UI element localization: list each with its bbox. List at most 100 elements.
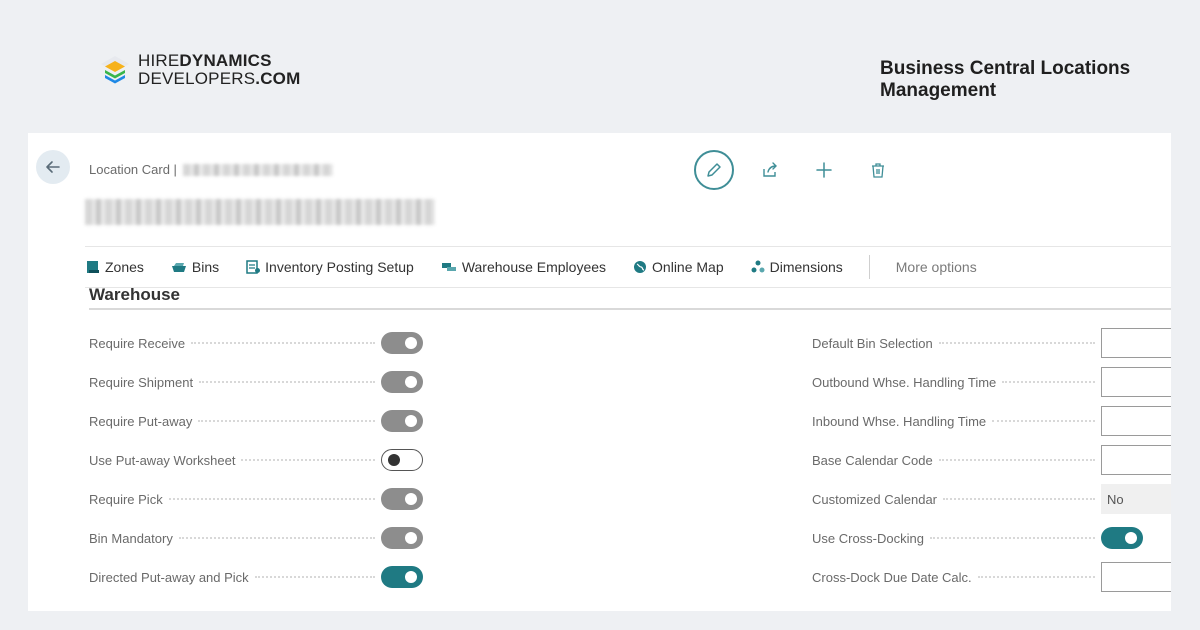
field-label: Inbound Whse. Handling Time (812, 413, 987, 429)
action-online-map[interactable]: Online Map (632, 259, 724, 275)
share-icon (763, 162, 777, 177)
arrow-left-icon (46, 161, 60, 173)
breadcrumb: Location Card | (89, 162, 333, 177)
dotted-leader (977, 576, 1095, 578)
posting-setup-icon (246, 260, 261, 274)
dotted-leader (943, 498, 1095, 500)
action-dimensions-label: Dimensions (769, 259, 843, 275)
dimensions-icon (751, 260, 765, 273)
use-put-away-worksheet-toggle[interactable] (381, 449, 423, 471)
field-cross-dock-due-date-calc: Cross-Dock Due Date Calc. (812, 562, 1171, 592)
field-label: Customized Calendar (812, 491, 938, 507)
directed-put-away-and-pick-toggle[interactable] (381, 566, 423, 588)
outbound-whse-handling-time-input[interactable] (1101, 367, 1171, 397)
location-card-screenshot: Location Card | Zones Bins Inventory Pos… (28, 133, 1171, 611)
brand-dynamics: DYNAMICS (179, 51, 272, 70)
section-divider (89, 308, 1171, 310)
zones-icon (87, 261, 99, 273)
toolbar-divider (868, 255, 870, 279)
trash-icon (872, 163, 884, 178)
field-label: Use Put-away Worksheet (89, 452, 236, 468)
field-outbound-whse-handling-time: Outbound Whse. Handling Time (812, 367, 1171, 397)
pencil-icon (707, 163, 721, 177)
dotted-leader (992, 420, 1095, 422)
headline: Business Central Locations Management (880, 58, 1131, 101)
action-bar: Zones Bins Inventory Posting Setup Wareh… (85, 246, 1171, 288)
field-label: Use Cross-Docking (812, 530, 924, 546)
field-label: Require Receive (89, 335, 186, 351)
dotted-leader (178, 537, 375, 539)
field-label: Directed Put-away and Pick (89, 569, 249, 585)
field-require-put-away: Require Put-away (89, 409, 423, 433)
field-require-pick: Require Pick (89, 487, 423, 511)
redacted-location-code (182, 163, 333, 176)
employees-icon (441, 263, 456, 271)
brand-wordmark: HIREDYNAMICS DEVELOPERS.COM (138, 52, 300, 88)
share-button[interactable] (754, 154, 786, 186)
edit-button[interactable] (694, 150, 734, 190)
section-title-warehouse: Warehouse (89, 285, 181, 304)
inbound-whse-handling-time-input[interactable] (1101, 406, 1171, 436)
action-warehouse-employees-label: Warehouse Employees (461, 259, 607, 275)
more-options-button[interactable]: More options (896, 259, 977, 275)
field-label: Default Bin Selection (812, 335, 933, 351)
dotted-leader (199, 381, 375, 383)
bins-icon (171, 263, 186, 272)
action-inventory-posting-setup[interactable]: Inventory Posting Setup (245, 259, 414, 275)
field-label: Require Shipment (89, 374, 194, 390)
require-shipment-toggle[interactable] (381, 371, 423, 393)
dotted-leader (1002, 381, 1095, 383)
field-customized-calendar: Customized Calendar No (812, 484, 1171, 514)
cross-dock-due-date-calc-input[interactable] (1101, 562, 1171, 592)
field-directed-put-away-and-pick: Directed Put-away and Pick (89, 565, 423, 589)
field-require-shipment: Require Shipment (89, 370, 423, 394)
card-actions (694, 150, 916, 190)
dotted-leader (254, 576, 375, 578)
require-pick-toggle[interactable] (381, 488, 423, 510)
dotted-leader (241, 459, 375, 461)
cross-docking-toggle-wrap (1101, 527, 1171, 549)
globe-icon (634, 261, 647, 273)
action-online-map-label: Online Map (652, 259, 724, 275)
action-zones[interactable]: Zones (85, 259, 144, 275)
field-label: Bin Mandatory (89, 530, 173, 546)
field-use-put-away-worksheet: Use Put-away Worksheet (89, 448, 423, 472)
dotted-leader (929, 537, 1095, 539)
action-bins[interactable]: Bins (170, 259, 219, 275)
base-calendar-code-input[interactable] (1101, 445, 1171, 475)
breadcrumb-label: Location Card | (89, 162, 177, 177)
dotted-leader (938, 342, 1095, 344)
action-dimensions[interactable]: Dimensions (750, 259, 843, 275)
field-bin-mandatory: Bin Mandatory (89, 526, 423, 550)
field-inbound-whse-handling-time: Inbound Whse. Handling Time (812, 406, 1171, 436)
layers-logo-icon (101, 56, 129, 84)
bin-mandatory-toggle[interactable] (381, 527, 423, 549)
field-label: Require Pick (89, 491, 163, 507)
action-zones-label: Zones (105, 259, 144, 275)
field-require-receive: Require Receive (89, 331, 423, 355)
delete-button[interactable] (862, 154, 894, 186)
customized-calendar-value: No (1101, 484, 1171, 514)
field-label: Cross-Dock Due Date Calc. (812, 569, 972, 585)
dotted-leader (168, 498, 375, 500)
brand-hire: HIRE (138, 51, 180, 70)
field-default-bin-selection: Default Bin Selection (812, 328, 1171, 358)
default-bin-selection-input[interactable] (1101, 328, 1171, 358)
require-receive-toggle[interactable] (381, 332, 423, 354)
back-button[interactable] (36, 150, 70, 184)
brand-developers: DEVELOPERS (138, 69, 256, 88)
field-base-calendar-code: Base Calendar Code (812, 445, 1171, 475)
action-bins-label: Bins (191, 259, 220, 275)
brand-com: .COM (255, 69, 301, 88)
field-label: Base Calendar Code (812, 452, 933, 468)
redacted-page-title (85, 199, 435, 225)
plus-icon (816, 162, 832, 178)
dotted-leader (198, 420, 375, 422)
require-put-away-toggle[interactable] (381, 410, 423, 432)
new-button[interactable] (808, 154, 840, 186)
action-inventory-posting-setup-label: Inventory Posting Setup (265, 259, 414, 275)
brand-logo: HIREDYNAMICS DEVELOPERS.COM (98, 52, 300, 88)
action-warehouse-employees[interactable]: Warehouse Employees (440, 259, 606, 275)
use-cross-docking-toggle[interactable] (1101, 527, 1143, 549)
field-label: Require Put-away (89, 413, 193, 429)
